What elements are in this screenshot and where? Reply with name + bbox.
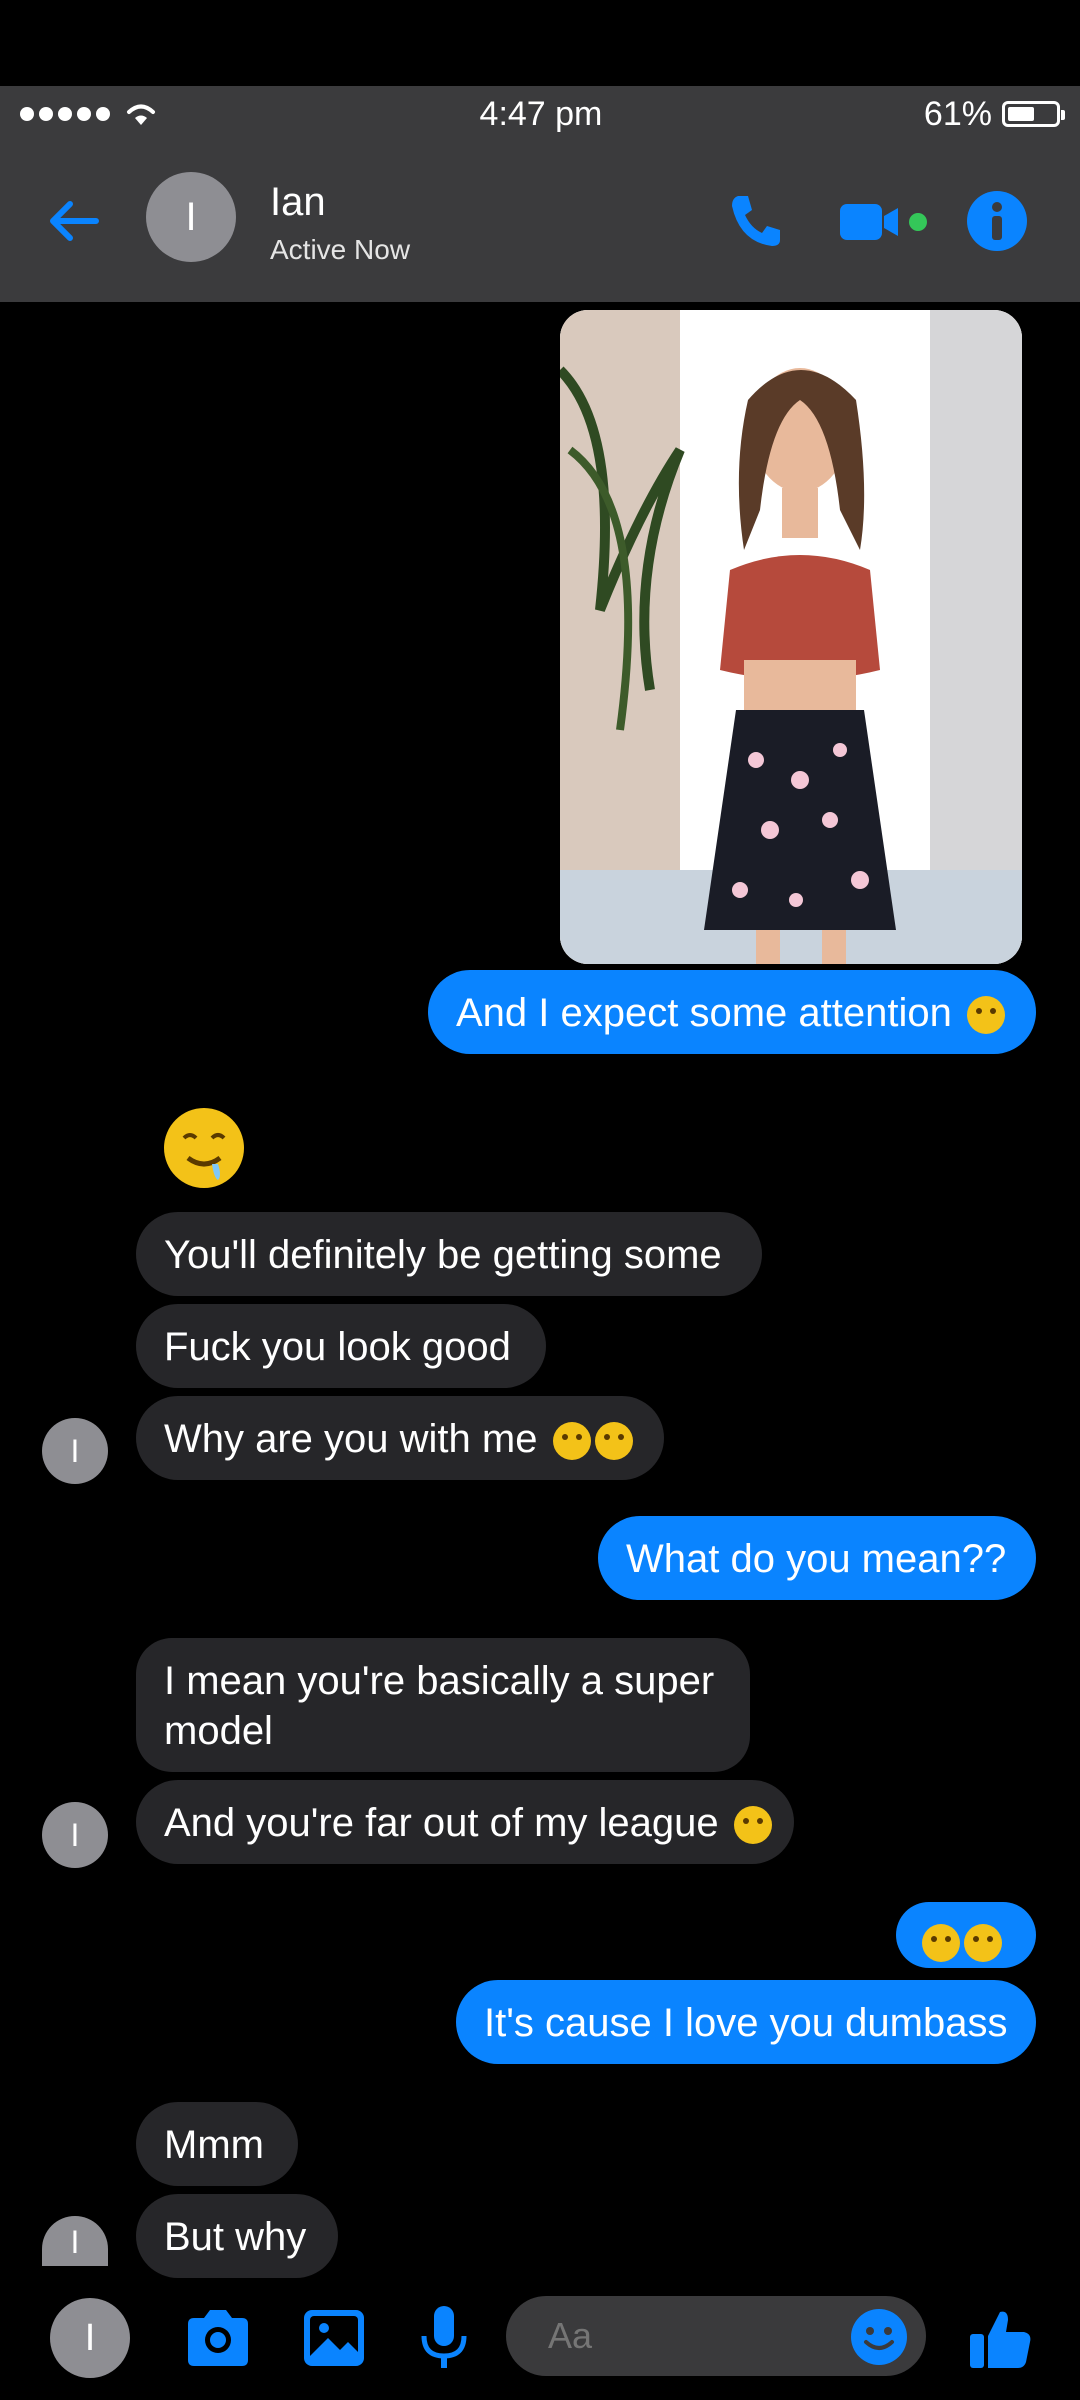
phone-icon[interactable] — [720, 186, 790, 256]
smile-icon[interactable] — [848, 2306, 910, 2368]
message-bubble-received[interactable]: And you're far out of my league — [136, 1780, 794, 1864]
message-text-line-2: model — [164, 1709, 273, 1753]
rolling-on-floor-laughing-icon — [964, 1924, 1002, 1963]
photo-image — [560, 310, 1022, 964]
rolling-on-floor-laughing-icon — [733, 1806, 772, 1845]
message-bubble-received[interactable]: I mean you're basically a super model — [136, 1638, 750, 1772]
contact-avatar-small[interactable]: I — [42, 2216, 108, 2266]
message-input[interactable] — [546, 2314, 810, 2358]
message-text: Fuck you look good — [164, 1325, 511, 1369]
video-camera-icon[interactable] — [836, 186, 936, 256]
back-arrow-icon[interactable] — [40, 186, 110, 256]
message-text: Mmm — [164, 2123, 264, 2167]
message-bubble-sent[interactable] — [896, 1902, 1036, 1968]
message-bubble-received[interactable]: You'll definitely be getting some — [136, 1212, 762, 1296]
message-bubble-sent[interactable]: And I expect some attention — [428, 970, 1036, 1054]
contact-avatar-small[interactable]: I — [42, 1418, 108, 1484]
message-composer: I — [0, 2290, 1080, 2400]
contact-name[interactable]: Ian — [270, 180, 326, 225]
message-bubble-sent[interactable]: What do you mean?? — [598, 1516, 1036, 1600]
sent-photo[interactable] — [560, 310, 1022, 964]
status-bar: 4:47 pm 61% — [0, 86, 1080, 142]
battery: 61% — [923, 94, 1065, 134]
my-avatar[interactable]: I — [50, 2298, 130, 2378]
battery-icon — [1001, 101, 1065, 127]
battery-percent: 61% — [923, 94, 992, 133]
message-input-box[interactable] — [506, 2296, 926, 2376]
signal-strength-icon — [20, 107, 110, 121]
message-text: Why are you with me — [164, 1417, 538, 1461]
message-text: And I expect some attention — [456, 991, 952, 1035]
rolling-on-floor-laughing-icon — [552, 1422, 591, 1461]
contact-avatar-small[interactable]: I — [42, 1802, 108, 1868]
info-icon[interactable] — [962, 186, 1032, 256]
drooling-face-icon[interactable] — [164, 1108, 244, 1188]
conversation-header: I Ian Active Now — [0, 142, 1080, 302]
signal-wifi — [20, 101, 158, 127]
contact-status: Active Now — [270, 234, 411, 265]
message-text: But why — [164, 2215, 307, 2259]
message-text: And you're far out of my league — [164, 1801, 719, 1845]
message-bubble-received[interactable]: But why — [136, 2194, 338, 2278]
rolling-on-floor-laughing-icon — [594, 1422, 633, 1461]
contact-avatar[interactable]: I — [146, 172, 236, 262]
rolling-on-floor-laughing-icon — [922, 1924, 960, 1963]
message-bubble-received[interactable]: Fuck you look good — [136, 1304, 546, 1388]
camera-icon[interactable] — [180, 2300, 256, 2376]
message-text-line-1: I mean you're basically a super — [164, 1659, 715, 1703]
photo-gallery-icon[interactable] — [296, 2300, 372, 2376]
message-bubble-received[interactable]: Why are you with me — [136, 1396, 664, 1480]
clock: 4:47 pm — [479, 94, 603, 133]
microphone-icon[interactable] — [406, 2300, 482, 2376]
thumbs-up-icon[interactable] — [962, 2300, 1038, 2376]
message-text: What do you mean?? — [626, 1537, 1007, 1581]
message-text: You'll definitely be getting some — [164, 1233, 722, 1277]
wifi-icon — [127, 104, 155, 125]
message-text: It's cause I love you dumbass — [484, 2001, 1008, 2045]
winking-face-icon — [966, 996, 1005, 1035]
message-bubble-received[interactable]: Mmm — [136, 2102, 298, 2186]
message-bubble-sent[interactable]: It's cause I love you dumbass — [456, 1980, 1036, 2064]
